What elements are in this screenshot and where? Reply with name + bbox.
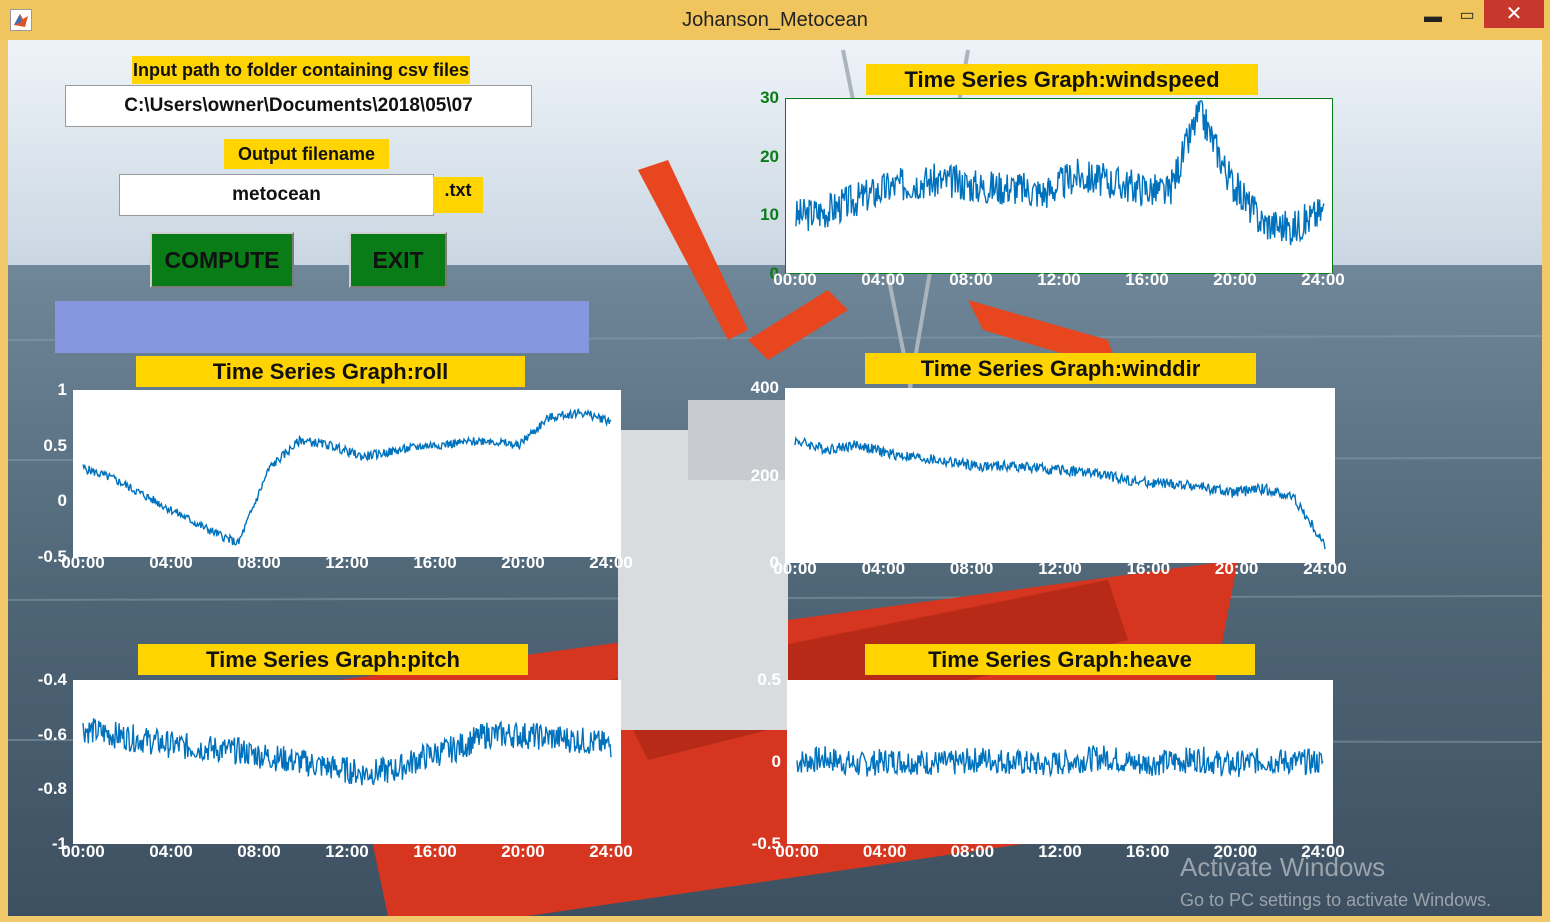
chart-title: Time Series Graph:winddir — [865, 353, 1256, 384]
minimize-button[interactable]: ▬ — [1418, 4, 1448, 28]
x-tick-label: 20:00 — [501, 553, 545, 572]
x-tick-label: 00:00 — [61, 842, 105, 861]
plot-area — [73, 680, 621, 844]
y-tick-label: 10 — [760, 205, 779, 225]
y-tick-label: 30 — [760, 88, 779, 107]
x-tick-label: 16:00 — [1126, 559, 1171, 578]
x-tick-label: 12:00 — [1038, 559, 1082, 578]
y-tick-label: -0.8 — [37, 779, 67, 799]
series-line — [796, 745, 1324, 778]
x-tick-label: 12:00 — [325, 553, 369, 572]
x-tick-label: 16:00 — [413, 553, 457, 572]
x-tick-label: 24:00 — [589, 842, 633, 861]
y-tick-label: 0.5 — [757, 670, 781, 689]
output-filename-label: Output filename — [224, 139, 389, 169]
chart-title: Time Series Graph:pitch — [138, 644, 528, 675]
x-tick-label: 04:00 — [861, 559, 906, 578]
chart-title: Time Series Graph:windspeed — [866, 64, 1258, 95]
x-tick-label: 08:00 — [949, 270, 993, 289]
x-tick-label: 20:00 — [1213, 270, 1257, 289]
x-tick-label: 00:00 — [775, 842, 819, 861]
x-tick-label: 20:00 — [501, 842, 545, 861]
status-bar — [55, 301, 589, 353]
x-tick-label: 04:00 — [862, 842, 907, 861]
series-line-plot — [82, 718, 612, 786]
maximize-button[interactable]: ▭ — [1452, 4, 1482, 28]
x-tick-label: 08:00 — [949, 559, 994, 578]
window-title: Johanson_Metocean — [682, 9, 868, 31]
x-tick-label: 16:00 — [413, 842, 457, 861]
y-tick-label: 0 — [57, 491, 67, 511]
y-tick-label: 0 — [771, 752, 781, 771]
series-line — [794, 436, 1326, 550]
series-line-plot — [795, 100, 1325, 246]
series-line-plot — [794, 436, 1326, 550]
output-filename-input[interactable]: metocean — [119, 174, 434, 216]
x-tick-label: 12:00 — [1037, 270, 1081, 289]
x-tick-label: 04:00 — [149, 553, 193, 572]
activation-watermark-text: Go to PC settings to activate Windows. — [1180, 890, 1492, 910]
plot-area — [787, 680, 1333, 844]
y-tick-label: 400 — [750, 378, 779, 397]
x-tick-label: 04:00 — [149, 842, 193, 861]
path-label: Input path to folder containing csv file… — [132, 56, 470, 84]
x-tick-label: 12:00 — [1038, 842, 1082, 861]
y-tick-label: 20 — [760, 146, 779, 166]
chart-title: Time Series Graph:heave — [865, 644, 1255, 675]
series-line — [82, 718, 612, 786]
x-tick-label: 00:00 — [61, 553, 105, 572]
title-bar: Johanson_Metocean ▬ ▭ ✕ — [0, 0, 1550, 40]
path-input[interactable]: C:\Users\owner\Documents\2018\05\07 — [65, 85, 532, 127]
x-tick-label: 20:00 — [1214, 559, 1259, 578]
y-tick-label: 200 — [750, 465, 779, 485]
x-tick-label: 12:00 — [325, 842, 369, 861]
x-tick-label: 16:00 — [1125, 842, 1170, 861]
x-tick-label: 00:00 — [773, 559, 817, 578]
x-tick-label: 24:00 — [1303, 559, 1347, 578]
x-tick-label: 08:00 — [950, 842, 995, 861]
exit-button[interactable]: EXIT — [349, 232, 447, 288]
x-tick-label: 08:00 — [237, 842, 281, 861]
figure-canvas: Input path to folder containing csv file… — [8, 40, 1542, 916]
x-tick-label: 24:00 — [589, 553, 633, 572]
activation-watermark-title: Activate Windows — [1180, 852, 1386, 882]
plot-area — [73, 390, 621, 557]
plot-area — [785, 98, 1333, 274]
series-line-plot — [796, 745, 1324, 778]
chart-title: Time Series Graph:roll — [136, 356, 525, 387]
x-tick-label: 16:00 — [1125, 270, 1169, 289]
close-button[interactable]: ✕ — [1484, 0, 1544, 28]
compute-button[interactable]: COMPUTE — [150, 232, 294, 288]
y-tick-label: -0.4 — [37, 670, 67, 689]
y-tick-label: 0.5 — [43, 435, 67, 455]
series-line — [795, 100, 1325, 246]
x-tick-label: 00:00 — [773, 270, 817, 289]
y-tick-label: 1 — [57, 380, 67, 399]
plot-area — [785, 388, 1335, 563]
y-tick-label: -0.6 — [37, 724, 67, 744]
series-line-plot — [82, 408, 612, 546]
x-tick-label: 08:00 — [237, 553, 281, 572]
series-line — [82, 408, 612, 546]
extension-label: .txt — [433, 177, 483, 213]
x-tick-label: 24:00 — [1301, 270, 1345, 289]
x-tick-label: 04:00 — [861, 270, 905, 289]
